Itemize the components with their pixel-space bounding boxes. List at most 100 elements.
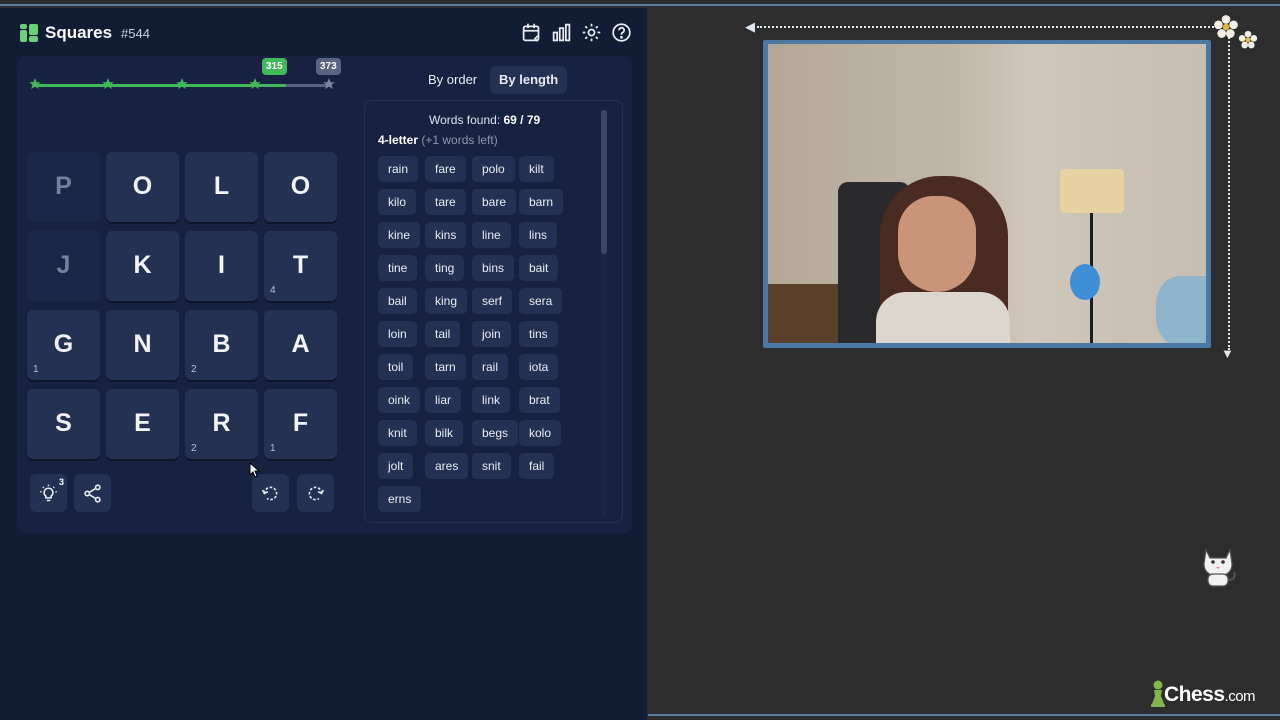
rotate-left-button[interactable]: [252, 474, 289, 512]
cat-sticker-icon: [1203, 548, 1236, 587]
stats-icon[interactable]: [551, 22, 572, 43]
tile-letter: L: [213, 172, 230, 200]
letter-tile[interactable]: K: [106, 231, 179, 301]
section-remaining: (+1 words left): [421, 133, 498, 147]
letter-tile[interactable]: J: [27, 231, 100, 301]
word-chip[interactable]: bail: [378, 288, 417, 314]
share-button[interactable]: [74, 474, 111, 512]
letter-tile[interactable]: S: [27, 389, 100, 459]
letter-tile[interactable]: L: [185, 152, 258, 222]
words-found-value: 69 / 79: [503, 113, 541, 127]
share-icon: [84, 484, 101, 503]
word-chip[interactable]: rail: [472, 354, 509, 380]
letter-tile[interactable]: O: [106, 152, 179, 222]
decorative-border-top: [757, 26, 1225, 28]
word-chip[interactable]: link: [472, 387, 511, 413]
word-chip[interactable]: iota: [519, 354, 559, 380]
word-chip[interactable]: join: [472, 321, 511, 347]
tile-count: 4: [270, 285, 276, 296]
word-chip[interactable]: erns: [378, 486, 422, 512]
word-chip[interactable]: barn: [519, 189, 564, 215]
lightbulb-icon: [40, 484, 57, 502]
word-chip[interactable]: kilt: [519, 156, 554, 182]
letter-tile[interactable]: F1: [264, 389, 337, 459]
word-chip[interactable]: ares: [425, 453, 469, 479]
word-chip[interactable]: kins: [425, 222, 467, 248]
word-chip[interactable]: polo: [472, 156, 515, 182]
word-chip[interactable]: bait: [519, 255, 559, 281]
star-icon: [176, 78, 188, 89]
word-chip[interactable]: tins: [519, 321, 558, 347]
tile-letter: P: [55, 172, 72, 200]
word-chip[interactable]: bilk: [425, 420, 464, 446]
calendar-icon[interactable]: [521, 22, 542, 43]
word-chip[interactable]: tail: [425, 321, 461, 347]
tile-letter: A: [291, 330, 310, 358]
star-icon: [249, 78, 261, 89]
word-chip[interactable]: oink: [378, 387, 421, 413]
word-chip[interactable]: bare: [472, 189, 517, 215]
word-chip[interactable]: tine: [378, 255, 418, 281]
word-chip[interactable]: fail: [519, 453, 555, 479]
letter-tile[interactable]: A: [264, 310, 337, 380]
sort-by-length-tab[interactable]: By length: [490, 66, 568, 94]
word-chip[interactable]: kilo: [378, 189, 417, 215]
word-chip[interactable]: ting: [425, 255, 465, 281]
word-chip[interactable]: serf: [472, 288, 513, 314]
webcam-feed: [768, 44, 1206, 343]
word-chip[interactable]: brat: [519, 387, 560, 413]
letter-tile[interactable]: G1: [27, 310, 100, 380]
max-score-badge: 373: [316, 58, 341, 75]
brand-name: Chess: [1164, 683, 1225, 706]
tile-letter: O: [290, 172, 311, 200]
letter-tile[interactable]: B2: [185, 310, 258, 380]
tile-letter: R: [212, 409, 231, 437]
word-chip[interactable]: jolt: [378, 453, 414, 479]
letter-tile[interactable]: N: [106, 310, 179, 380]
tile-letter: B: [212, 330, 231, 358]
word-list-scrollbar[interactable]: [601, 110, 607, 516]
squares-logo-icon: [20, 24, 38, 42]
word-chip[interactable]: liar: [425, 387, 462, 413]
rotate-right-icon: [308, 486, 325, 501]
word-chip[interactable]: lins: [519, 222, 558, 248]
tile-letter: S: [55, 409, 72, 437]
word-chip[interactable]: kine: [378, 222, 421, 248]
sort-by-order-tab[interactable]: By order: [419, 66, 486, 94]
help-icon[interactable]: [611, 22, 632, 43]
letter-tile[interactable]: P: [27, 152, 100, 222]
word-chip[interactable]: snit: [472, 453, 511, 479]
word-chip[interactable]: toil: [378, 354, 414, 380]
word-chip[interactable]: loin: [378, 321, 417, 347]
tile-letter: O: [132, 172, 153, 200]
letter-tile[interactable]: R2: [185, 389, 258, 459]
word-chip[interactable]: fare: [425, 156, 466, 182]
word-chip[interactable]: tare: [425, 189, 466, 215]
word-chip[interactable]: tarn: [425, 354, 466, 380]
word-chip[interactable]: kolo: [519, 420, 562, 446]
hint-button[interactable]: 3: [30, 474, 67, 512]
top-border: [0, 4, 1280, 6]
flower-icon: [1238, 30, 1258, 49]
rotate-right-button[interactable]: [297, 474, 334, 512]
letter-tile[interactable]: I: [185, 231, 258, 301]
letter-tile[interactable]: O: [264, 152, 337, 222]
word-chip[interactable]: line: [472, 222, 511, 248]
letter-tile[interactable]: T4: [264, 231, 337, 301]
settings-icon[interactable]: [581, 22, 602, 43]
word-chip[interactable]: sera: [519, 288, 563, 314]
game-controls: 3: [30, 474, 336, 514]
word-chip[interactable]: bins: [472, 255, 515, 281]
letter-tile[interactable]: E: [106, 389, 179, 459]
star-icon: [29, 78, 41, 89]
word-chip[interactable]: rain: [378, 156, 419, 182]
bottom-border: [648, 714, 1280, 716]
scrollbar-thumb[interactable]: [601, 110, 607, 254]
word-chip[interactable]: knit: [378, 420, 417, 446]
game-title: Squares: [45, 23, 113, 42]
word-chip[interactable]: king: [425, 288, 468, 314]
brand-suffix: .com: [1224, 688, 1256, 705]
tile-letter: J: [56, 251, 71, 279]
word-chip[interactable]: begs: [472, 420, 519, 446]
words-found-counter: Words found: 69 / 79: [429, 113, 540, 127]
